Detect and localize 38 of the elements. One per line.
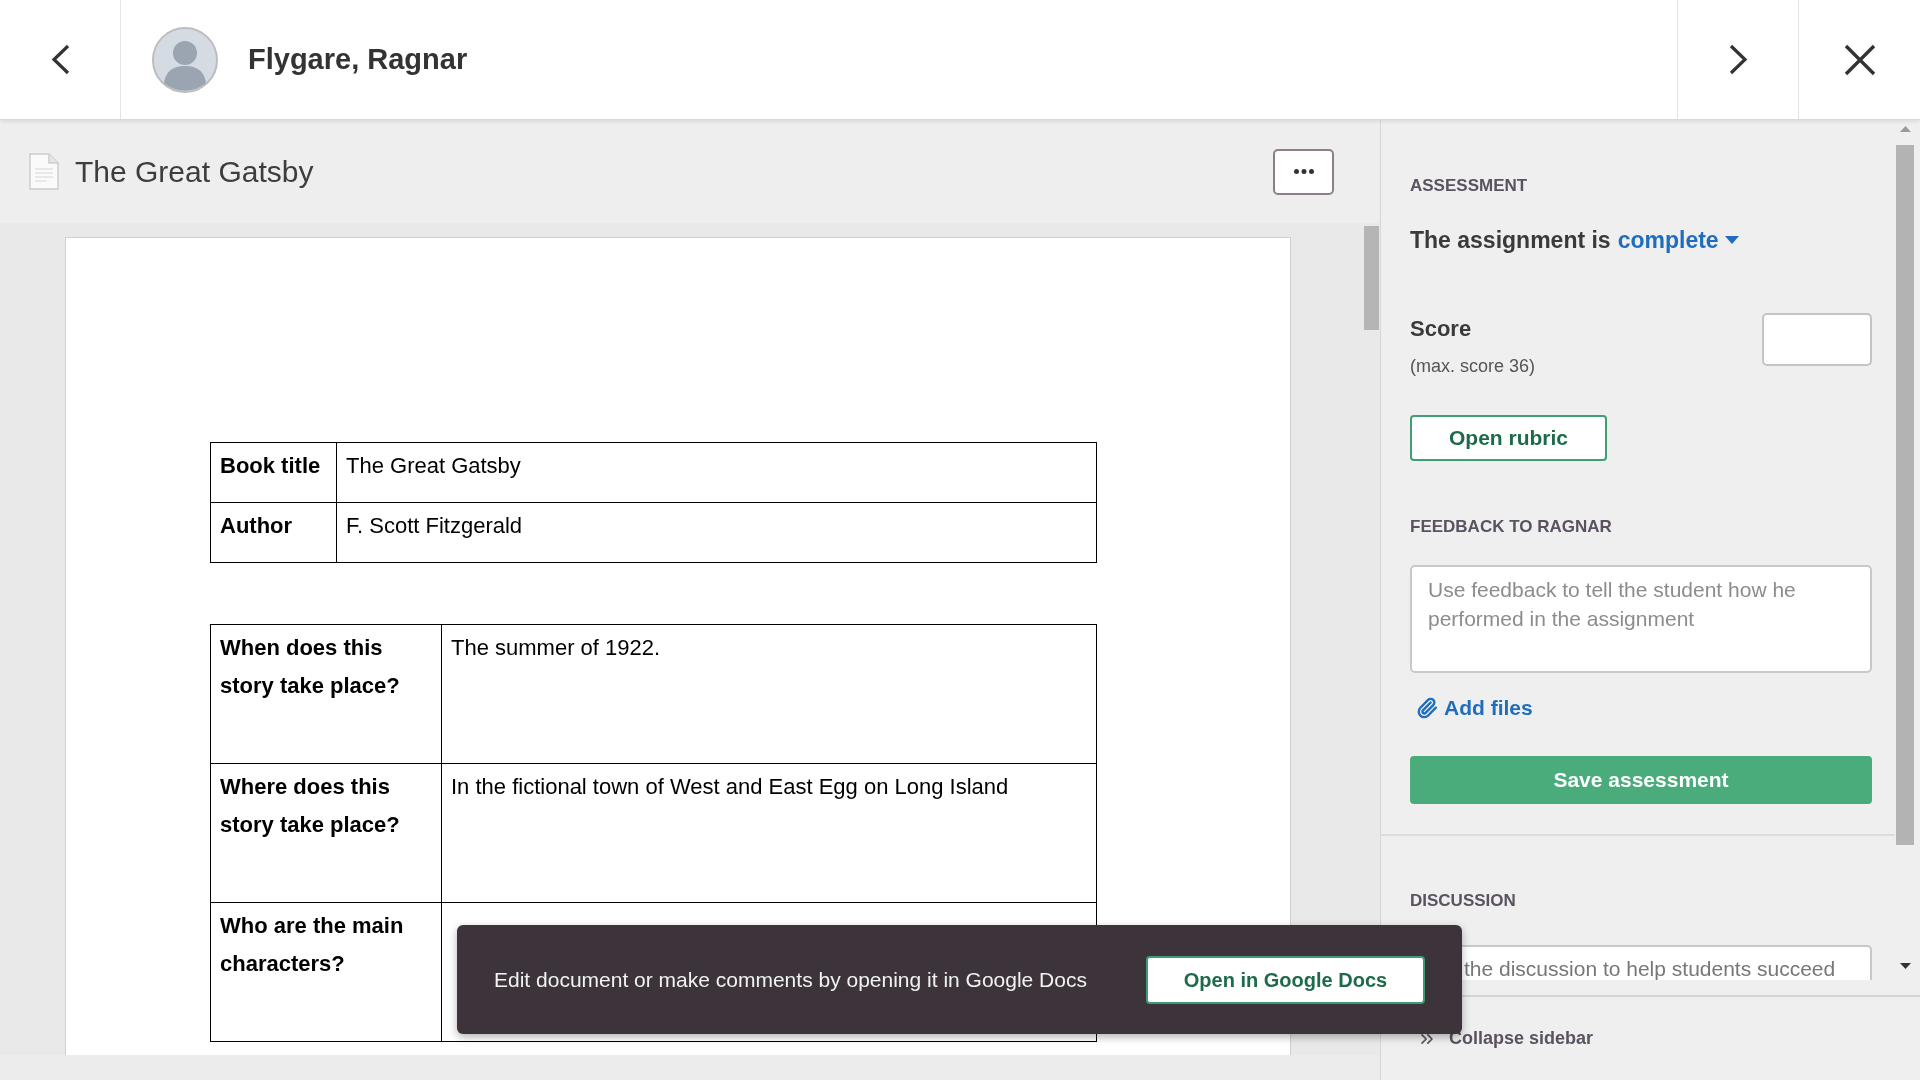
- value-cell: The summer of 1922.: [441, 624, 1097, 764]
- close-icon: [1843, 43, 1876, 76]
- student-name: Flygare, Ragnar: [248, 41, 468, 77]
- label-cell: When does this story take place?: [210, 624, 442, 764]
- value-cell: F. Scott Fitzgerald: [336, 502, 1097, 563]
- ellipsis-icon: [1293, 169, 1314, 174]
- avatar-icon: [152, 26, 218, 93]
- value-cell: In the fictional town of West and East Egg on Long Island: [441, 763, 1097, 903]
- label-cell: Where does this story take place?: [210, 763, 442, 903]
- document-title: The Great Gatsby: [75, 154, 314, 190]
- value-cell: The Great Gatsby: [336, 442, 1097, 503]
- scrollbar-thumb[interactable]: [1364, 226, 1379, 330]
- toast-message: Edit document or make comments by opening it in Google Docs: [494, 966, 1087, 993]
- scroll-down-icon[interactable]: [1899, 963, 1911, 969]
- chevron-right-icon: [1727, 44, 1749, 75]
- add-files-link[interactable]: Add files: [1410, 695, 1533, 721]
- status-label: The assignment is: [1410, 226, 1611, 255]
- section-heading: FEEDBACK TO RAGNAR: [1410, 516, 1613, 538]
- label-cell: Author: [210, 502, 337, 563]
- paperclip-icon: [1416, 697, 1438, 719]
- section-heading: DISCUSSION: [1410, 890, 1517, 912]
- more-button[interactable]: [1273, 148, 1334, 195]
- chevron-left-icon: [49, 44, 71, 75]
- document-icon: [29, 153, 59, 190]
- caret-down-icon: [1724, 236, 1739, 244]
- collapse-sidebar-button[interactable]: Collapse sidebar: [1417, 1025, 1594, 1052]
- score-label: Score: [1410, 315, 1473, 343]
- scrollbar-thumb[interactable]: [1896, 145, 1914, 845]
- label-cell: Book title: [210, 442, 337, 503]
- section-heading: ASSESSMENT: [1410, 175, 1529, 197]
- label-cell: Who are the main characters?: [210, 902, 442, 1042]
- scroll-up-icon[interactable]: [1899, 126, 1911, 132]
- open-in-google-docs-button[interactable]: Open in Google Docs: [1146, 955, 1425, 1004]
- feedback-field[interactable]: Use feedback to tell the student how he performed in the assignment: [1410, 565, 1872, 673]
- max-score-note: (max. score 36): [1410, 355, 1536, 378]
- score-input[interactable]: [1762, 313, 1872, 366]
- open-rubric-button[interactable]: Open rubric: [1410, 415, 1607, 461]
- status-dropdown[interactable]: complete: [1617, 225, 1739, 255]
